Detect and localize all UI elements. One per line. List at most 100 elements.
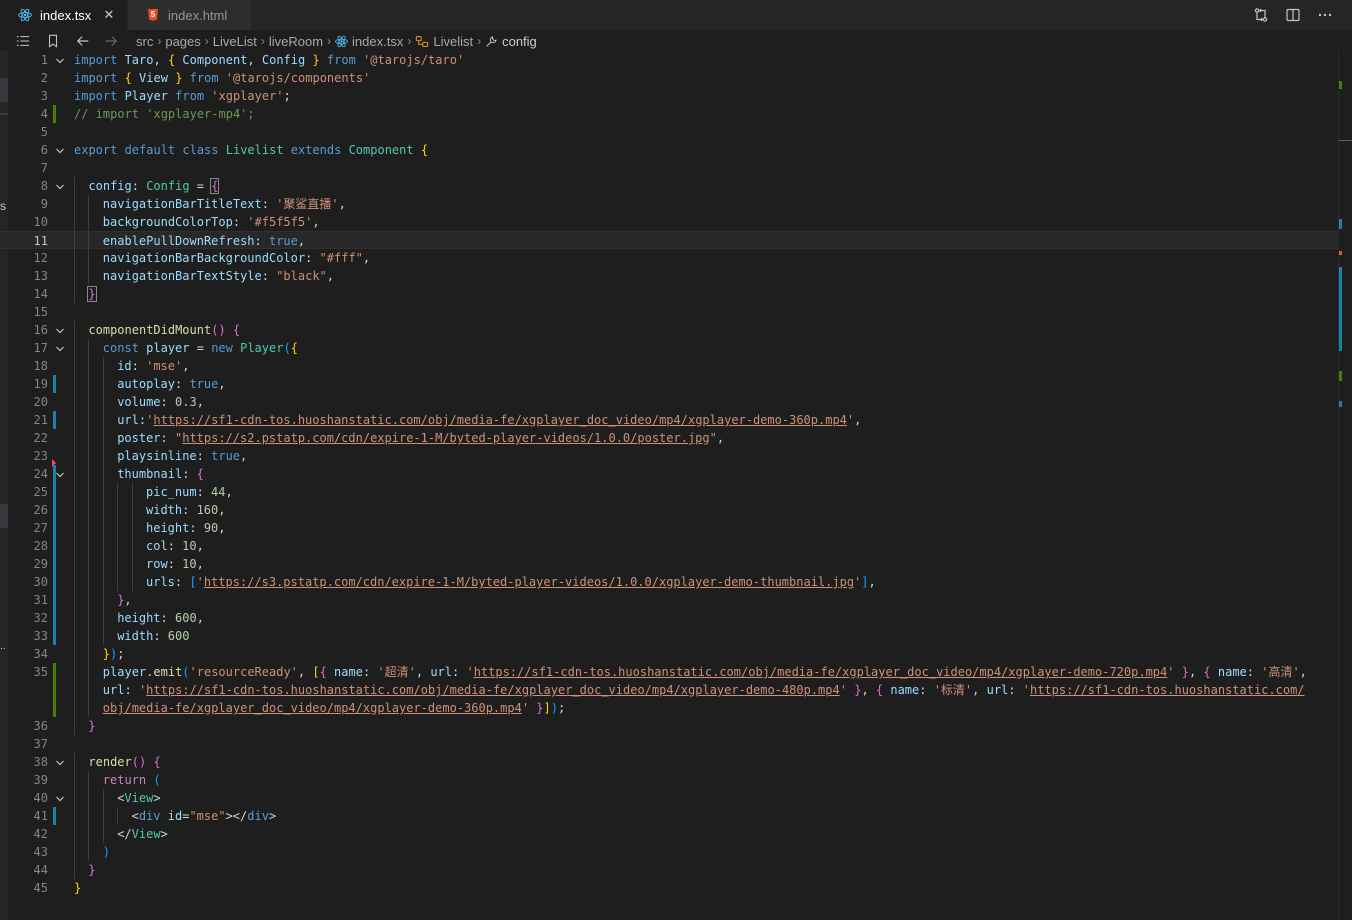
chevron-down-icon[interactable]	[55, 145, 65, 155]
code-line[interactable]: 10 backgroundColorTop: '#f5f5f5',	[0, 213, 1338, 231]
code-link[interactable]: https://sf1-cdn-tos.huoshanstatic.com/	[1030, 683, 1305, 697]
line-number[interactable]: 14	[18, 285, 48, 303]
line-number[interactable]: 12	[18, 249, 48, 267]
line-number[interactable]: 13	[18, 267, 48, 285]
code-line[interactable]: 4 // import 'xgplayer-mp4';	[0, 105, 1338, 123]
overview-ruler[interactable]	[1338, 51, 1352, 920]
code-line[interactable]: 44}	[0, 861, 1338, 879]
code-line[interactable]: 20 volume: 0.3,	[0, 393, 1338, 411]
chevron-down-icon[interactable]	[55, 181, 65, 191]
code-line[interactable]: 38 render() {	[0, 753, 1338, 771]
line-number[interactable]: 42	[18, 825, 48, 843]
code-link[interactable]: https://s2.pstatp.com/cdn/expire-1-M/byt…	[182, 431, 709, 445]
code-line[interactable]: 7	[0, 159, 1338, 177]
git-modified-marker[interactable]	[53, 555, 56, 573]
chevron-down-icon[interactable]	[55, 343, 65, 353]
git-modified-marker[interactable]	[53, 519, 56, 537]
line-number[interactable]: 4	[18, 105, 48, 123]
git-added-marker[interactable]	[53, 699, 56, 717]
arrow-right-icon[interactable]	[100, 30, 122, 52]
git-modified-marker[interactable]	[53, 375, 56, 393]
git-modified-marker[interactable]	[53, 609, 56, 627]
breadcrumb-item[interactable]: › Livelist	[403, 34, 473, 49]
git-modified-marker[interactable]	[53, 591, 56, 609]
arrow-left-icon[interactable]	[72, 30, 94, 52]
line-number[interactable]: 43	[18, 843, 48, 861]
code-line[interactable]: 29 row: 10,	[0, 555, 1338, 573]
code-line[interactable]: 11 enablePullDownRefresh: true,	[0, 231, 1338, 250]
line-number[interactable]: 29	[18, 555, 48, 573]
line-number[interactable]: 34	[18, 645, 48, 663]
line-number[interactable]: 27	[18, 519, 48, 537]
code-line[interactable]: 43)	[0, 843, 1338, 861]
line-number[interactable]: 9	[18, 195, 48, 213]
code-line[interactable]: 36}	[0, 717, 1338, 735]
code-line[interactable]: 33 width: 600	[0, 627, 1338, 645]
code-line[interactable]: 3 import Player from 'xgplayer';	[0, 87, 1338, 105]
line-number[interactable]: 15	[18, 303, 48, 321]
git-modified-marker[interactable]	[53, 501, 56, 519]
git-added-marker[interactable]	[53, 663, 56, 681]
git-modified-marker[interactable]	[53, 411, 56, 429]
git-modified-marker[interactable]	[53, 573, 56, 591]
code-line[interactable]: 39 return (	[0, 771, 1338, 789]
line-number[interactable]: 26	[18, 501, 48, 519]
compare-changes-icon[interactable]	[1252, 6, 1270, 24]
line-number[interactable]: 18	[18, 357, 48, 375]
line-number[interactable]: 16	[18, 321, 48, 339]
chevron-down-icon[interactable]	[55, 469, 65, 479]
split-editor-icon[interactable]	[1284, 6, 1302, 24]
line-number[interactable]: 24	[18, 465, 48, 483]
code-line[interactable]: 8 config: Config = {	[0, 177, 1338, 195]
code-line[interactable]: url: 'https://sf1-cdn-tos.huoshanstatic.…	[0, 681, 1338, 699]
code-line[interactable]: 16 componentDidMount() {	[0, 321, 1338, 339]
line-number[interactable]: 19	[18, 375, 48, 393]
breadcrumb-item[interactable]: › index.tsx	[323, 34, 403, 49]
code-line[interactable]: 24 thumbnail: {	[0, 465, 1338, 483]
code-line[interactable]: 42 </View>	[0, 825, 1338, 843]
code-line[interactable]: 13 navigationBarTextStyle: "black",	[0, 267, 1338, 285]
code-line[interactable]: 35 player.emit('resourceReady', [{ name: …	[0, 663, 1338, 681]
breadcrumb-item[interactable]: › config	[473, 34, 537, 49]
line-number[interactable]: 35	[18, 663, 48, 681]
line-number[interactable]: 33	[18, 627, 48, 645]
code-line[interactable]: 19 autoplay: true,	[0, 375, 1338, 393]
line-number[interactable]: 22	[18, 429, 48, 447]
line-number[interactable]: 5	[18, 123, 48, 141]
chevron-down-icon[interactable]	[55, 55, 65, 65]
code-line[interactable]: 17 const player = new Player({	[0, 339, 1338, 357]
code-line[interactable]: 1 import Taro, { Component, Config } from…	[0, 51, 1338, 69]
code-line[interactable]: 26 width: 160,	[0, 501, 1338, 519]
line-number[interactable]: 17	[18, 339, 48, 357]
line-number[interactable]: 2	[18, 69, 48, 87]
line-number[interactable]: 1	[18, 51, 48, 69]
line-number[interactable]: 25	[18, 483, 48, 501]
line-number[interactable]: 6	[18, 141, 48, 159]
code-line[interactable]: 32 height: 600,	[0, 609, 1338, 627]
code-link[interactable]: https://sf1-cdn-tos.huoshanstatic.com/ob…	[474, 665, 1168, 679]
line-number[interactable]: 41	[18, 807, 48, 825]
git-added-marker[interactable]	[53, 681, 56, 699]
line-number[interactable]: 45	[18, 879, 48, 897]
line-number[interactable]: 23	[18, 447, 48, 465]
line-number[interactable]: 39	[18, 771, 48, 789]
line-number[interactable]: 3	[18, 87, 48, 105]
line-number[interactable]: 30	[18, 573, 48, 591]
code-line[interactable]: 37	[0, 735, 1338, 753]
code-line[interactable]: 15	[0, 303, 1338, 321]
code-line[interactable]: 22 poster: "https://s2.pstatp.com/cdn/exp…	[0, 429, 1338, 447]
code-editor[interactable]: s .. 1 import Taro, { Component, Config }…	[0, 51, 1352, 920]
git-modified-marker[interactable]	[53, 483, 56, 501]
code-link[interactable]: https://s3.pstatp.com/cdn/expire-1-M/byt…	[204, 575, 854, 589]
close-icon[interactable]: ✕	[101, 7, 117, 23]
code-line[interactable]: 31},	[0, 591, 1338, 609]
git-modified-marker[interactable]	[53, 807, 56, 825]
line-number[interactable]: 28	[18, 537, 48, 555]
more-actions-icon[interactable]	[1316, 6, 1334, 24]
code-line[interactable]: 23 playsinline: true,	[0, 447, 1338, 467]
code-line[interactable]: 40 <View>	[0, 789, 1338, 807]
code-line[interactable]: obj/media-fe/xgplayer_doc_video/mp4/xgpl…	[0, 699, 1338, 717]
git-modified-marker[interactable]	[53, 537, 56, 555]
code-line[interactable]: 18 id: 'mse',	[0, 357, 1338, 375]
code-link[interactable]: https://sf1-cdn-tos.huoshanstatic.com/ob…	[153, 413, 847, 427]
